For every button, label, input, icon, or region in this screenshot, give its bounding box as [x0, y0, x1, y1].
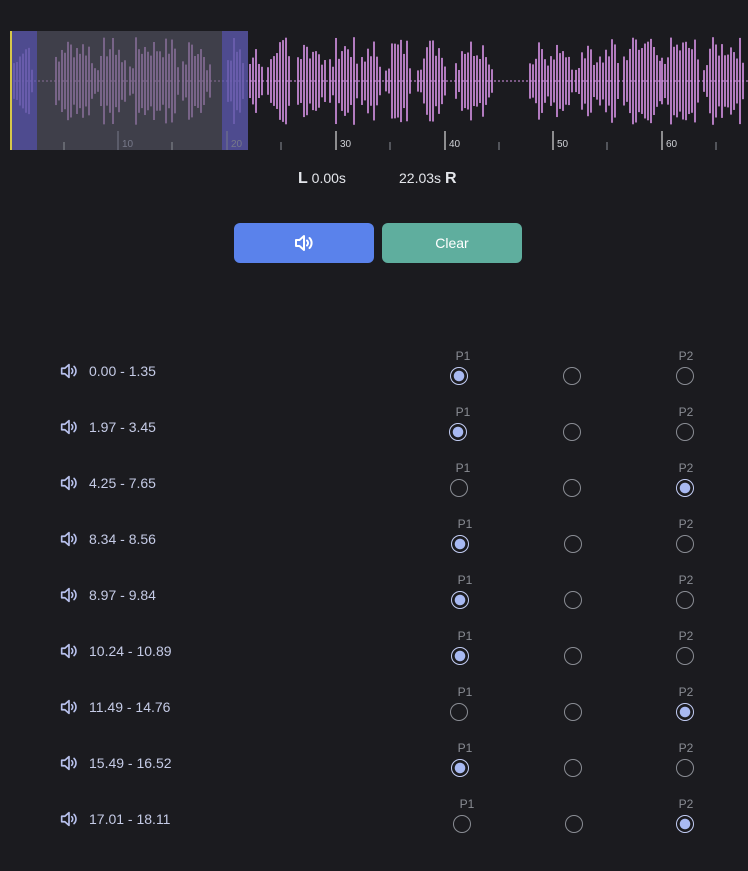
waveform-canvas[interactable]: 10 20 30 40 50 60 [0, 0, 748, 160]
play-button[interactable] [234, 223, 374, 263]
tick-label: 20 [231, 139, 243, 150]
right-time-readout: 22.03s R [399, 170, 457, 188]
p1-label: P1 [457, 629, 473, 643]
speaker-icon[interactable] [58, 528, 80, 550]
p1-label: P1 [457, 741, 473, 755]
p1-radio[interactable] [453, 815, 471, 833]
unassigned-radio[interactable] [563, 367, 581, 385]
segment-time-range: 8.34 - 8.56 [89, 531, 156, 547]
p1-label: P1 [459, 797, 475, 811]
p1-radio[interactable] [451, 647, 469, 665]
speaker-icon[interactable] [58, 360, 80, 382]
segment-time-range: 1.97 - 3.45 [89, 419, 156, 435]
unassigned-radio[interactable] [564, 647, 582, 665]
selection-right-handle [222, 31, 248, 150]
p2-label: P2 [678, 573, 694, 587]
p1-radio[interactable] [449, 423, 467, 441]
segment-row: 0.00 - 1.35 P1 P2 [0, 343, 748, 399]
left-time: 0.00s [311, 170, 346, 186]
speaker-icon [295, 235, 313, 251]
segment-row: 15.49 - 16.52 P1 P2 [0, 735, 748, 791]
speaker-icon[interactable] [58, 640, 80, 662]
speaker-icon[interactable] [58, 416, 80, 438]
p2-label: P2 [678, 405, 694, 419]
unassigned-radio[interactable] [564, 591, 582, 609]
p2-radio[interactable] [676, 479, 694, 497]
p1-radio[interactable] [451, 535, 469, 553]
unassigned-radio[interactable] [564, 535, 582, 553]
p1-label: P1 [455, 461, 471, 475]
speaker-icon[interactable] [58, 752, 80, 774]
p1-radio[interactable] [450, 479, 468, 497]
p2-label: P2 [678, 741, 694, 755]
segment-time-range: 8.97 - 9.84 [89, 587, 156, 603]
unassigned-radio[interactable] [564, 759, 582, 777]
p2-radio[interactable] [676, 647, 694, 665]
unassigned-radio[interactable] [563, 423, 581, 441]
segment-time-range: 11.49 - 14.76 [89, 699, 171, 715]
speaker-icon[interactable] [58, 696, 80, 718]
p2-radio[interactable] [676, 815, 694, 833]
p1-radio[interactable] [451, 759, 469, 777]
unassigned-radio[interactable] [563, 479, 581, 497]
segment-row: 10.24 - 10.89 P1 P2 [0, 623, 748, 679]
p2-label: P2 [678, 629, 694, 643]
p1-label: P1 [455, 349, 471, 363]
p1-label: P1 [455, 405, 471, 419]
p2-label: P2 [678, 685, 694, 699]
unassigned-radio[interactable] [565, 815, 583, 833]
tick-label: 30 [340, 139, 352, 150]
tick-label: 60 [666, 139, 678, 150]
p2-label: P2 [678, 349, 694, 363]
speaker-icon[interactable] [58, 472, 80, 494]
selection-left-handle [10, 31, 37, 150]
tick-label: 10 [122, 139, 134, 150]
segment-time-range: 17.01 - 18.11 [89, 811, 171, 827]
segment-row: 4.25 - 7.65 P1 P2 [0, 455, 748, 511]
right-letter: R [444, 170, 457, 187]
p1-label: P1 [457, 573, 473, 587]
p2-label: P2 [678, 517, 694, 531]
p1-radio[interactable] [450, 703, 468, 721]
waveform-timeline[interactable]: 10 20 30 40 50 60 [0, 0, 748, 160]
p2-label: P2 [678, 461, 694, 475]
segment-time-range: 4.25 - 7.65 [89, 475, 156, 491]
left-time-readout: L 0.00s [298, 170, 346, 188]
unassigned-radio[interactable] [564, 703, 582, 721]
tick-label: 50 [557, 139, 569, 150]
segment-time-range: 10.24 - 10.89 [89, 643, 172, 659]
p2-radio[interactable] [676, 703, 694, 721]
speaker-icon[interactable] [58, 584, 80, 606]
clear-button[interactable]: Clear [382, 223, 522, 263]
p1-radio[interactable] [450, 367, 468, 385]
p2-radio[interactable] [676, 423, 694, 441]
speaker-icon[interactable] [58, 808, 80, 830]
segment-row: 17.01 - 18.11 P1 P2 [0, 791, 748, 847]
p1-radio[interactable] [451, 591, 469, 609]
selection-region [10, 31, 248, 150]
segment-time-range: 0.00 - 1.35 [89, 363, 156, 379]
p1-label: P1 [457, 685, 473, 699]
segment-row: 8.34 - 8.56 P1 P2 [0, 511, 748, 567]
tick-label: 40 [449, 139, 461, 150]
segment-time-range: 15.49 - 16.52 [89, 755, 172, 771]
right-time: 22.03s [399, 170, 442, 186]
p2-radio[interactable] [676, 535, 694, 553]
p2-radio[interactable] [676, 759, 694, 777]
p2-label: P2 [678, 797, 694, 811]
left-letter: L [298, 170, 308, 187]
p1-label: P1 [457, 517, 473, 531]
segment-row: 11.49 - 14.76 P1 P2 [0, 679, 748, 735]
segment-row: 1.97 - 3.45 P1 P2 [0, 399, 748, 455]
p2-radio[interactable] [676, 591, 694, 609]
p2-radio[interactable] [676, 367, 694, 385]
segment-row: 8.97 - 9.84 P1 P2 [0, 567, 748, 623]
